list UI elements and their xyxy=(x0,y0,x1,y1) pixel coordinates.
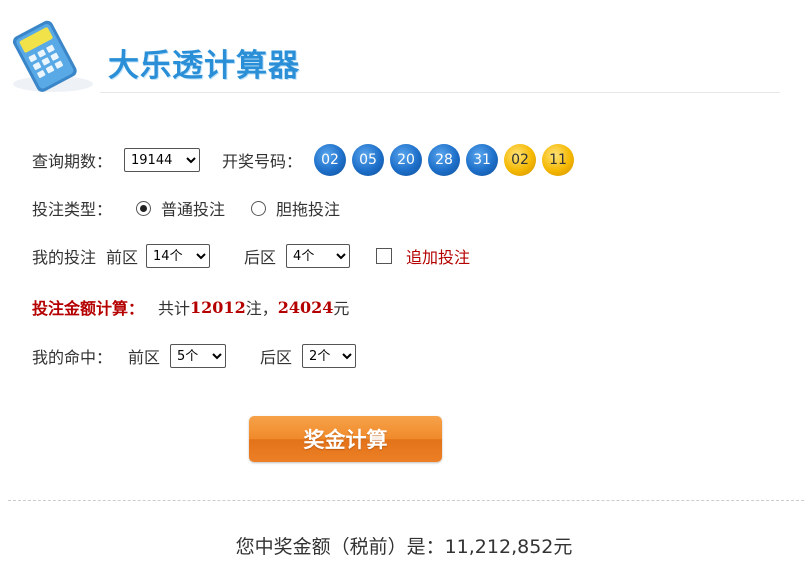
amount-label: 投注金额计算： xyxy=(32,299,145,318)
result-divider xyxy=(8,500,804,501)
amount-row: 投注金额计算： 共计 12012 注， 24024 元 xyxy=(32,295,349,319)
my-bet-label: 我的投注 xyxy=(32,248,97,267)
radio-dantuo-label: 胆拖投注 xyxy=(276,200,341,219)
bet-front-label: 前区 xyxy=(106,248,139,267)
extra-bet-checkbox[interactable] xyxy=(376,248,393,264)
hit-back-label: 后区 xyxy=(260,348,293,367)
bet-count: 12012 xyxy=(190,297,246,317)
header-divider xyxy=(100,92,780,93)
extra-bet-label[interactable]: 追加投注 xyxy=(406,244,470,268)
my-bet-row: 我的投注 前区 14个 后区 4个 追加投注 xyxy=(32,244,470,268)
bet-count-unit: 注， xyxy=(245,299,278,318)
bet-back-label: 后区 xyxy=(244,248,277,267)
header: 大乐透计算器 xyxy=(0,0,808,100)
bet-type-row: 投注类型： 普通投注 胆拖投注 xyxy=(32,196,340,220)
back-ball: 02 xyxy=(504,144,537,176)
bet-type-label: 投注类型： xyxy=(32,200,113,219)
draw-label: 开奖号码： xyxy=(222,152,303,171)
bet-money-unit: 元 xyxy=(333,299,350,318)
amount-prefix: 共计 xyxy=(158,299,191,318)
radio-normal[interactable]: 普通投注 xyxy=(136,196,225,220)
hit-back-select[interactable]: 2个 xyxy=(302,344,357,368)
radio-normal-control[interactable] xyxy=(136,200,152,216)
front-ball: 05 xyxy=(352,144,385,176)
calculator-icon xyxy=(12,20,93,92)
period-select[interactable]: 19144 xyxy=(124,148,201,172)
front-ball: 31 xyxy=(466,144,499,176)
radio-dantuo[interactable]: 胆拖投注 xyxy=(251,196,340,220)
hit-front-select[interactable]: 5个 xyxy=(170,344,227,368)
back-ball: 11 xyxy=(542,144,575,176)
bet-back-select[interactable]: 4个 xyxy=(286,244,351,268)
bet-money: 24024 xyxy=(277,297,334,317)
query-row: 查询期数： 19144 开奖号码： 02 05 20 28 31 02 11 xyxy=(32,144,575,176)
front-ball: 20 xyxy=(390,144,423,176)
prize-result: 您中奖金额（税前）是：11,212,852元 xyxy=(235,536,573,558)
my-hit-row: 我的命中： 前区 5个 后区 2个 xyxy=(32,344,357,368)
calculate-prize-button[interactable]: 奖金计算 xyxy=(249,416,442,462)
bet-front-select[interactable]: 14个 xyxy=(146,244,211,268)
radio-dantuo-control[interactable] xyxy=(251,200,267,216)
hit-front-label: 前区 xyxy=(128,348,161,367)
app-title: 大乐透计算器 xyxy=(108,48,300,84)
my-hit-label: 我的命中： xyxy=(32,348,113,367)
period-label: 查询期数： xyxy=(32,152,113,171)
radio-normal-label: 普通投注 xyxy=(161,200,226,219)
front-ball: 02 xyxy=(314,144,347,176)
front-ball: 28 xyxy=(428,144,461,176)
draw-numbers: 02 05 20 28 31 02 11 xyxy=(314,144,575,176)
